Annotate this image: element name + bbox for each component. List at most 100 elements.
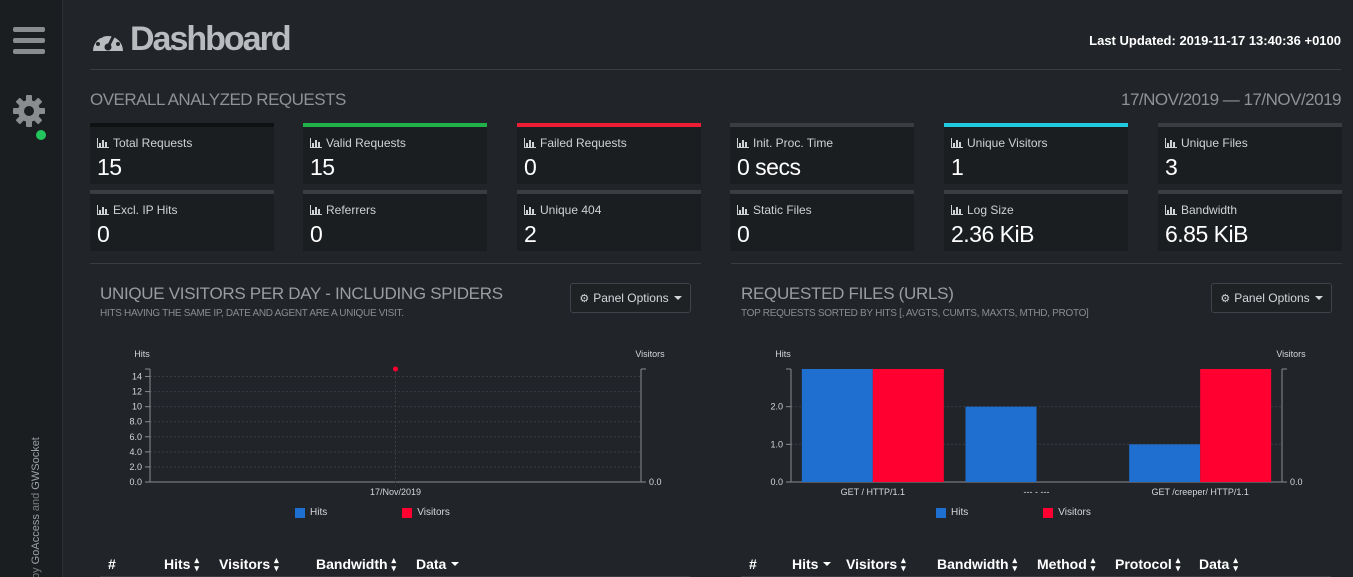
sort-icon: ▴ ▾ (391, 555, 397, 573)
bar-hits (965, 406, 1037, 482)
metric-value: 0 (310, 221, 323, 247)
x-tick-label: GET / HTTP/1.1 (841, 487, 905, 497)
legend-visitors-swatch (402, 507, 413, 518)
metric-label-text: Total Requests (113, 136, 193, 150)
y-axis-label: Hits (775, 349, 791, 359)
metric-value: 1 (951, 154, 964, 180)
header: Dashboard Last Updated: 2019-11-17 13:40… (90, 20, 1341, 70)
metric-card: Bandwidth 6.85 KiB (1158, 190, 1342, 251)
col-bandwidth-label: Bandwidth (316, 556, 388, 572)
y-tick-label: 0.0 (770, 477, 783, 487)
sort-icon: ▴ ▾ (274, 555, 279, 573)
metric-card: Valid Requests 15 (303, 123, 487, 184)
metric-label-text: Bandwidth (1181, 203, 1238, 217)
metric-card: Unique 404 2 (517, 190, 701, 251)
metric-value: 0 (524, 154, 537, 180)
legend: Hits Visitors (936, 507, 1091, 518)
sort-icon: ▴ ▾ (1012, 555, 1018, 573)
bar-hits (1129, 444, 1201, 482)
sort-icon: ▴ ▾ (194, 555, 199, 573)
panel-title: REQUESTED FILES (URLS) (741, 284, 954, 303)
cog-icon: ⚙ (1220, 292, 1231, 305)
y2-axis-label: Visitors (635, 349, 665, 359)
table-header: # Hits ▴ ▾ Visitors ▴ ▾ Bandwidth ▴ ▾ Data (100, 547, 690, 577)
metric-label-text: Referrers (326, 203, 377, 217)
bar-chart-icon (737, 138, 753, 148)
sort-icon: ▴ ▾ (1090, 555, 1096, 573)
col-hits[interactable]: Hits ▴ ▾ (164, 555, 199, 573)
metric-label: Referrers (310, 203, 376, 217)
y-tick-label: 0.0 (129, 477, 142, 487)
y-tick-label: 4.0 (129, 447, 142, 457)
bar-chart-icon (951, 138, 967, 148)
metric-value: 0 (737, 221, 750, 247)
metric-label-text: Unique Visitors (967, 136, 1048, 150)
col-data-label: Data (1199, 556, 1230, 572)
sort-desc-icon (823, 562, 832, 566)
col-bandwidth[interactable]: Bandwidth ▴ ▾ (937, 555, 1018, 573)
y2-axis-label: Visitors (1276, 349, 1306, 359)
bar-chart-icon (1165, 138, 1181, 148)
cog-icon: ⚙ (579, 292, 590, 305)
legend: Hits Visitors (295, 507, 450, 518)
goaccess-link[interactable]: GoAccess (30, 514, 42, 564)
bar-visitors (1200, 369, 1272, 482)
metric-label-text: Static Files (753, 203, 812, 217)
gwsocket-link[interactable]: GWSocket (30, 437, 42, 490)
panel-options-button[interactable]: ⚙ Panel Options (1211, 283, 1332, 313)
col-index-label: # (749, 556, 757, 572)
metric-label: Valid Requests (310, 136, 406, 150)
col-method-label: Method (1037, 556, 1087, 572)
metric-value: 6.85 KiB (1165, 221, 1248, 247)
metric-value: 0 (97, 221, 110, 247)
col-visitors[interactable]: Visitors ▴ ▾ (846, 556, 906, 573)
table-header: # Hits Visitors ▴ ▾ Bandwidth ▴ ▾ Method ▴ ▾ P… (741, 547, 1331, 577)
bar-chart-icon (97, 138, 113, 148)
col-data[interactable]: Data ▴ ▾ (1199, 556, 1238, 573)
metric-label: Unique Visitors (951, 136, 1047, 150)
y-tick-label: 6.0 (129, 432, 142, 442)
sidebar: by GoAccess and GWSocket (0, 0, 63, 577)
y-axis-label: Hits (134, 349, 150, 359)
col-visitors[interactable]: Visitors ▴ ▾ (219, 555, 279, 573)
caret-down-icon (1314, 296, 1323, 300)
metric-card: Static Files 0 (730, 190, 914, 251)
date-range: 17/NOV/2019 — 17/NOV/2019 (1121, 90, 1341, 109)
bar-chart-icon (97, 205, 113, 215)
data-point (393, 366, 398, 372)
col-bandwidth[interactable]: Bandwidth ▴ ▾ (316, 555, 397, 573)
col-index[interactable]: # (108, 556, 116, 572)
requested-files-panel: REQUESTED FILES (URLS) TOP REQUESTS SORT… (731, 263, 1342, 577)
x-tick-label: --- - --- (1024, 487, 1050, 497)
metric-label: Init. Proc. Time (737, 136, 833, 150)
bar-chart-icon (310, 138, 326, 148)
metric-card: Unique Files 3 (1158, 123, 1342, 184)
dashboard-gauge-icon (93, 30, 123, 51)
y-tick-label: 1.0 (770, 439, 783, 449)
last-updated: Last Updated: 2019-11-17 13:40:36 +0100 (1089, 33, 1341, 48)
legend-visitors-swatch (1043, 507, 1054, 518)
sort-desc-icon (451, 562, 460, 566)
y-tick-label: 14 (132, 372, 142, 382)
metric-label-text: Excl. IP Hits (113, 203, 178, 217)
panel-options-button[interactable]: ⚙ Panel Options (570, 283, 691, 313)
x-tick-label: 17/Nov/2019 (370, 487, 421, 497)
y-tick-label: 2.0 (129, 462, 142, 472)
metric-card: Excl. IP Hits 0 (90, 190, 274, 251)
legend-hits-label: Hits (951, 507, 969, 518)
col-method[interactable]: Method ▴ ▾ (1037, 555, 1096, 573)
bar-chart-icon (951, 205, 967, 215)
legend-hits-label: Hits (310, 507, 328, 518)
metric-value: 3 (1165, 154, 1178, 180)
bar-chart-icon (737, 205, 753, 215)
metric-label-text: Failed Requests (540, 136, 627, 150)
page-title: Dashboard (130, 20, 292, 58)
col-index[interactable]: # (749, 556, 757, 572)
metric-label: Failed Requests (524, 136, 627, 150)
col-protocol[interactable]: Protocol ▴ ▾ (1115, 556, 1180, 573)
col-data[interactable]: Data (416, 556, 460, 572)
metric-card: Init. Proc. Time 0 secs (730, 123, 914, 184)
col-hits[interactable]: Hits (792, 556, 832, 572)
files-bar-chart: Hits Visitors 2.0 1.0 0.0 0.0 GET / HTTP/1.1 --… (770, 349, 1306, 497)
col-visitors-label: Visitors (846, 556, 898, 572)
